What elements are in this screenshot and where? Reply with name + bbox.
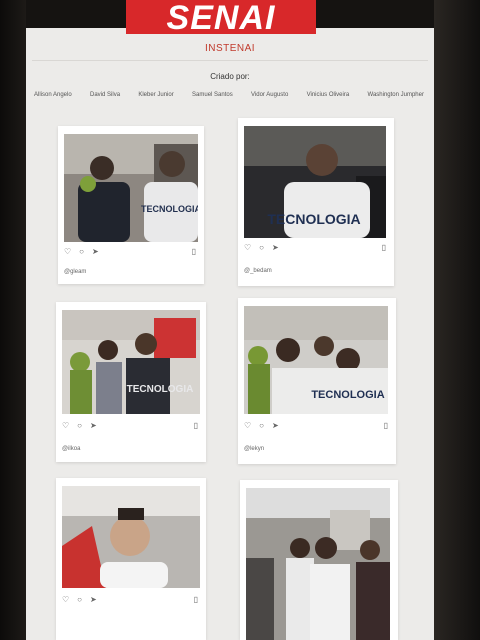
comment-icon[interactable]: ○ [259,420,264,432]
post-caption: @gleam [64,269,87,275]
author-name: David Silva [90,92,121,98]
post-photo[interactable] [62,486,200,588]
heart-icon[interactable]: ♡ [62,594,69,606]
post-card: ♡ ○ ➤ ▯ [56,478,206,640]
monitor-bezel-right [434,0,480,640]
post-photo[interactable] [246,488,390,640]
post-card: TECNOLOGIA ♡ ○ ➤ ▯ @_bedam [238,118,394,286]
author-name: Washington Jumpher [367,92,424,98]
comment-icon[interactable]: ○ [77,420,82,432]
app-title: INSTENAI [204,43,256,54]
author-name: Kleber Junior [138,92,174,98]
banner-text: TECNOLOGIA [127,384,194,395]
bookmark-icon[interactable]: ▯ [384,420,388,432]
banner-text: TECNOLOGIA [311,389,384,401]
post-card: TECNOLOGIA ♡ ○ ➤ ▯ @ilkoa [56,302,206,462]
heart-icon[interactable]: ♡ [62,420,69,432]
post-caption: @lekyn [244,446,265,452]
heart-icon[interactable]: ♡ [64,246,71,258]
banner-text: TECNOLOGIA [267,211,360,227]
comment-icon[interactable]: ○ [77,594,82,606]
post-photo[interactable]: TECNOLOGIA [244,306,388,414]
post-card [240,480,398,640]
app-screen: INSTENAI Criado por: Allison Angelo Davi… [26,28,434,640]
post-actions: ♡ ○ ➤ ▯ [62,420,198,432]
comment-icon[interactable]: ○ [259,242,264,254]
post-card: TECNOLOGIA ♡ ○ ➤ ▯ @lekyn [238,298,396,464]
credits-label: Criado por: [210,72,250,81]
post-photo[interactable]: TECNOLOGIA [62,310,200,414]
post-photo[interactable]: TECNOLOGIA [244,126,386,238]
banner-text: TECNOLOGIA [141,204,198,214]
post-card: TECNOLOGIA ♡ ○ ➤ ▯ @gleam [58,126,204,284]
send-icon[interactable]: ➤ [90,594,97,606]
brand-logo: SENAI [126,0,316,34]
heart-icon[interactable]: ♡ [244,242,251,254]
send-icon[interactable]: ➤ [272,420,279,432]
bookmark-icon[interactable]: ▯ [194,420,198,432]
post-caption: @_bedam [244,268,272,274]
post-actions: ♡ ○ ➤ ▯ [64,246,196,258]
send-icon[interactable]: ➤ [90,420,97,432]
comment-icon[interactable]: ○ [79,246,84,258]
post-actions: ♡ ○ ➤ ▯ [244,242,386,254]
author-list: Allison Angelo David Silva Kleber Junior… [34,92,424,98]
post-actions: ♡ ○ ➤ ▯ [62,594,198,606]
post-actions: ♡ ○ ➤ ▯ [244,420,388,432]
author-name: Vidor Augusto [251,92,289,98]
bookmark-icon[interactable]: ▯ [192,246,196,258]
send-icon[interactable]: ➤ [92,246,99,258]
author-name: Allison Angelo [34,92,72,98]
monitor-bezel-left [0,0,26,640]
bookmark-icon[interactable]: ▯ [194,594,198,606]
author-name: Samuel Santos [192,92,233,98]
header-divider [32,60,428,61]
post-caption: @ilkoa [62,446,81,452]
post-photo[interactable]: TECNOLOGIA [64,134,198,242]
send-icon[interactable]: ➤ [272,242,279,254]
bookmark-icon[interactable]: ▯ [382,242,386,254]
heart-icon[interactable]: ♡ [244,420,251,432]
author-name: Vinicius Oliveira [306,92,350,98]
